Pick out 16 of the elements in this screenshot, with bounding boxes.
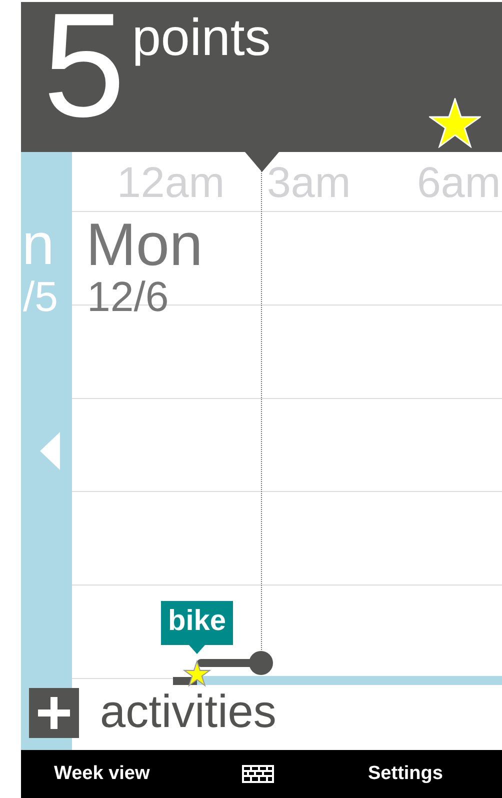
previous-day-panel[interactable] — [21, 152, 72, 750]
add-button[interactable] — [29, 688, 79, 738]
previous-day-date: /5 — [23, 276, 58, 318]
activity-tag[interactable]: bike — [161, 601, 233, 654]
star-icon — [429, 98, 481, 148]
nav-button[interactable]: Week view — [54, 763, 150, 785]
activities-label[interactable]: activities — [100, 688, 276, 738]
previous-day-name: n — [22, 216, 54, 274]
nav-button[interactable]: Settings — [368, 763, 443, 785]
score-unit: points — [132, 12, 271, 64]
day-name: Mon — [86, 215, 203, 275]
day-date: 12/6 — [87, 276, 169, 318]
score-value: 5 — [43, 0, 126, 140]
grid-icon[interactable] — [242, 765, 274, 783]
star-icon — [183, 660, 211, 687]
event-slider-drawing[interactable] — [197, 650, 276, 676]
